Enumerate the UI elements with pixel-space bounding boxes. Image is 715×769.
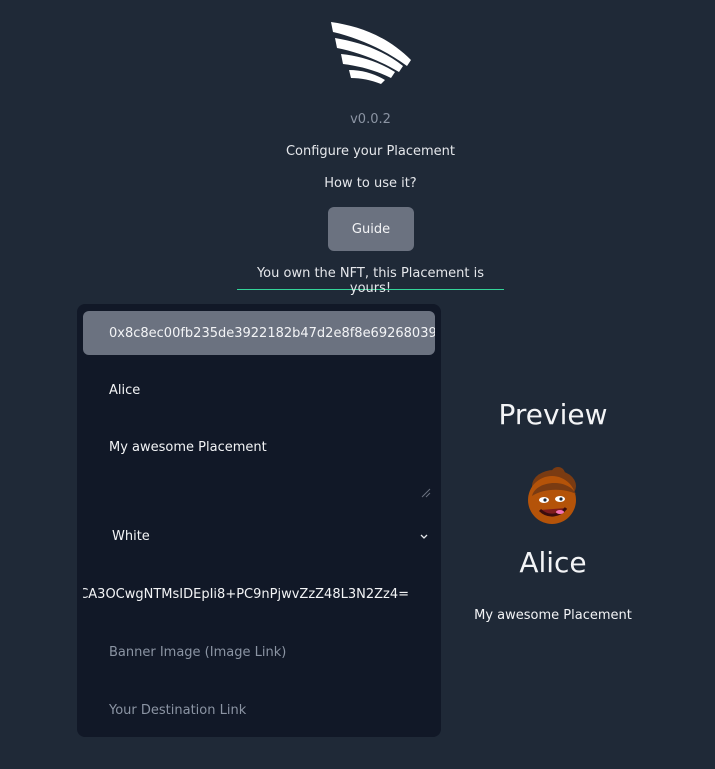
name-input[interactable]: Alice — [83, 368, 435, 412]
banner-image-input[interactable]: Banner Image (Image Link) — [83, 630, 435, 674]
preview-description: My awesome Placement — [474, 608, 632, 623]
how-to-label: How to use it? — [324, 176, 417, 191]
address-field[interactable]: 0x8c8ec00fb235de3922182b47d2e8f8e6926803… — [83, 311, 435, 355]
description-textarea[interactable]: My awesome Placement — [83, 426, 435, 502]
address-value: 0x8c8ec00fb235de3922182b47d2e8f8e6926803… — [109, 325, 435, 341]
destination-link-input[interactable]: Your Destination Link — [83, 688, 435, 732]
image-data-input[interactable]: 2LCA3OCwgNTMsIDEpIi8+PC9nPjwvZzZ48L3N2Zz… — [83, 572, 435, 616]
chevron-down-icon — [420, 534, 428, 539]
placement-form: 0x8c8ec00fb235de3922182b47d2e8f8e6926803… — [77, 304, 441, 737]
description-value: My awesome Placement — [109, 440, 267, 455]
version-label: v0.0.2 — [350, 112, 391, 127]
theme-selected-value: White — [112, 528, 150, 544]
avatar-image — [528, 467, 576, 524]
resize-grip-icon[interactable] — [421, 488, 431, 498]
preview-heading: Preview — [498, 398, 608, 431]
preview-name: Alice — [519, 546, 587, 579]
image-data-value: 2LCA3OCwgNTMsIDEpIi8+PC9nPjwvZzZ48L3N2Zz… — [83, 586, 409, 602]
banner-placeholder: Banner Image (Image Link) — [109, 644, 287, 660]
destination-placeholder: Your Destination Link — [109, 702, 247, 718]
guide-button[interactable]: Guide — [328, 207, 414, 251]
wing-logo-icon — [331, 22, 411, 84]
theme-select[interactable]: White — [83, 514, 435, 558]
configure-heading: Configure your Placement — [285, 144, 456, 159]
name-value: Alice — [109, 382, 141, 398]
ownership-message: You own the NFT, this Placement is yours… — [237, 266, 504, 296]
